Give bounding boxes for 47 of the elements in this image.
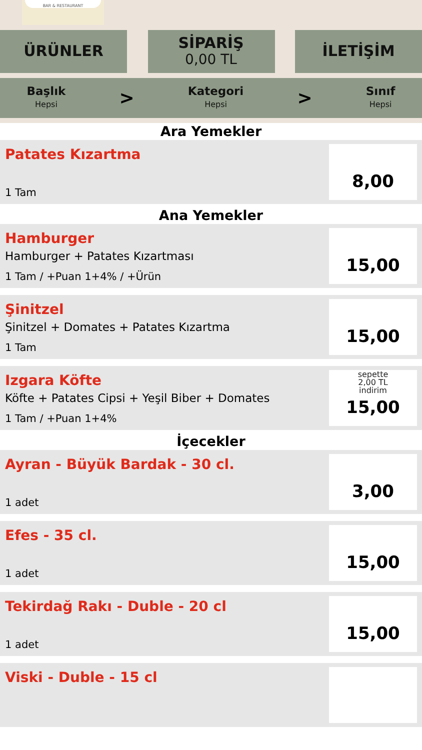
item-quantity: 1 adet — [5, 638, 40, 652]
section-title: Ara Yemekler — [160, 124, 262, 140]
item-quantity: 1 adet — [5, 496, 40, 510]
item-price: 8,00 — [352, 172, 394, 192]
discount-text: 2,00 TL — [358, 379, 388, 387]
item-quantity: 1 Tam — [5, 186, 38, 200]
item-price: 15,00 — [346, 327, 400, 347]
item-name: Patates Kızartma — [5, 146, 142, 164]
item-quantity: 1 Tam — [5, 341, 38, 355]
menu-item-card[interactable]: Ayran - Büyük Bardak - 30 cl. 1 adet 3,00 — [0, 450, 422, 514]
item-price: 3,00 — [352, 482, 394, 502]
item-price: 15,00 — [346, 256, 400, 276]
item-name: Ayran - Büyük Bardak - 30 cl. — [5, 456, 236, 474]
section-title: Ana Yemekler — [158, 208, 264, 224]
item-price: 15,00 — [346, 553, 400, 573]
item-description: Hamburger + Patates Kızartması — [5, 249, 195, 264]
item-quantity: 1 Tam / +Puan 1+4% — [5, 412, 118, 426]
filter-button[interactable]: Kategori Hepsi — [188, 85, 244, 111]
separator-text: > — [119, 88, 134, 108]
nav-button[interactable]: İLETİŞİM — [295, 30, 422, 73]
item-name: Hamburger — [5, 230, 96, 248]
item-name: Izgara Köfte — [5, 372, 103, 390]
menu-item-card[interactable]: Tekirdağ Rakı - Duble - 20 cl 1 adet 15,00 — [0, 592, 422, 656]
item-name: Efes - 35 cl. — [5, 527, 98, 545]
item-quantity: 1 adet — [5, 567, 40, 581]
item-price: 15,00 — [346, 398, 400, 418]
filter-button[interactable]: Sınıf Hepsi — [366, 85, 396, 111]
section-title: İçecekler — [176, 434, 246, 450]
menu-item-card[interactable]: Viski - Duble - 15 cl — [0, 663, 422, 727]
item-name: Viski - Duble - 15 cl — [5, 669, 158, 687]
menu-item-card[interactable]: Patates Kızartma 1 Tam 8,00 — [0, 140, 422, 204]
filter-button[interactable]: Başlık Hepsi — [26, 85, 66, 111]
item-price: 15,00 — [346, 624, 400, 644]
nav-button[interactable]: ÜRÜNLER — [0, 30, 127, 73]
item-description: Şinitzel + Domates + Patates Kızartma — [5, 320, 231, 335]
discount-text: sepette — [358, 371, 388, 379]
item-quantity: 1 Tam / +Puan 1+4% / +Ürün — [5, 270, 162, 284]
menu-item-card[interactable]: Şinitzel Şinitzel + Domates + Patates Kızartma 1 Tam 15,00 — [0, 295, 422, 359]
menu-item-card[interactable]: Hamburger Hamburger + Patates Kızartması 1 Tam / +Puan 1+4% / +Ürün 15,00 — [0, 224, 422, 288]
nav-button[interactable]: SİPARİŞ 0,00 TL — [148, 30, 274, 73]
item-name: Tekirdağ Rakı - Duble - 20 cl — [5, 598, 228, 616]
separator-text: > — [297, 88, 312, 108]
discount-text: indirim — [359, 387, 387, 395]
menu-item-card[interactable]: Efes - 35 cl. 1 adet 15,00 — [0, 521, 422, 585]
menu-item-card[interactable]: Izgara Köfte Köfte + Patates Cipsi + Yeşil Biber + Domates 1 Tam / +Puan 1+4% sepette 2,00 TL indirim 15,00 — [0, 366, 422, 430]
item-description: Köfte + Patates Cipsi + Yeşil Biber + Domates — [5, 391, 271, 406]
item-name: Şinitzel — [5, 301, 65, 319]
